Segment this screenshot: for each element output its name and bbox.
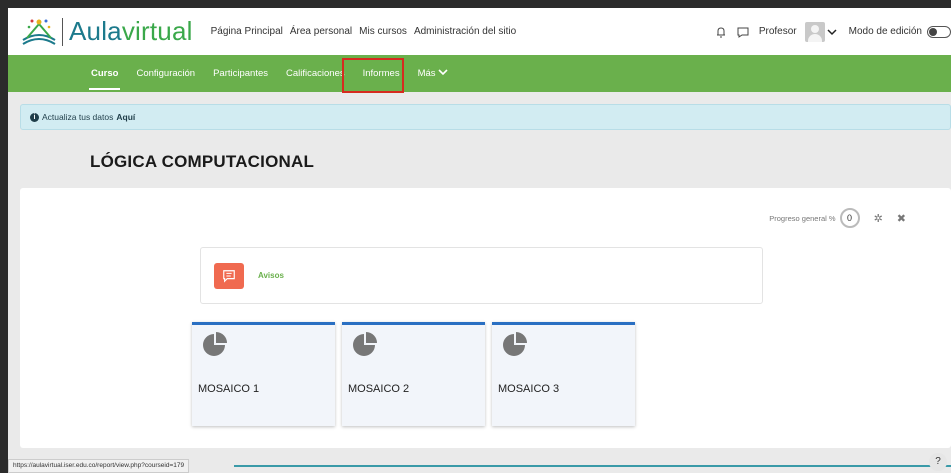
- announcements-label: Avisos: [258, 271, 284, 280]
- avatar[interactable]: [804, 21, 825, 42]
- browser-viewport: Aulavirtual Página Principal Área person…: [8, 8, 951, 473]
- site-logo[interactable]: Aulavirtual: [21, 16, 193, 48]
- progress-label: Progreso general %: [769, 213, 836, 223]
- user-area: Profesor Modo de edición: [714, 8, 951, 55]
- tile-label: MOSAICO 1: [198, 383, 260, 395]
- logo-text: Aulavirtual: [69, 16, 193, 47]
- top-navbar: Aulavirtual Página Principal Área person…: [8, 8, 951, 55]
- tab-more[interactable]: Más: [418, 68, 448, 79]
- chat-icon[interactable]: [736, 25, 750, 39]
- alert-link[interactable]: Aquí: [116, 112, 135, 122]
- help-button[interactable]: ?: [929, 453, 947, 471]
- alert-text: Actualiza tus datos: [42, 112, 114, 122]
- announcements-activity[interactable]: Avisos: [200, 247, 763, 304]
- primary-nav: Página Principal Área personal Mis curso…: [211, 26, 517, 37]
- logo-text-main: Aula: [69, 16, 122, 46]
- edit-mode-label: Modo de edición: [848, 26, 922, 37]
- chevron-down-icon[interactable]: [827, 25, 837, 39]
- highlight-box: [342, 58, 404, 93]
- tile-1[interactable]: MOSAICO 1: [192, 322, 335, 426]
- logo-icon: [22, 19, 56, 45]
- tab-participants[interactable]: Participantes: [213, 68, 268, 79]
- progress-value: 0: [847, 213, 853, 223]
- nav-my-courses[interactable]: Mis cursos: [359, 26, 407, 37]
- course-secondary-nav: Curso Configuración Participantes Califi…: [8, 55, 951, 93]
- tab-more-label: Más: [417, 68, 436, 79]
- tab-settings[interactable]: Configuración: [136, 68, 195, 79]
- nav-dashboard[interactable]: Área personal: [290, 26, 352, 37]
- forum-icon: [214, 262, 244, 289]
- tile-2[interactable]: MOSAICO 2: [342, 322, 485, 426]
- info-alert: i Actualiza tus datos Aquí: [20, 104, 951, 130]
- pie-chart-icon: [203, 332, 227, 356]
- gear-icon[interactable]: ✲: [874, 212, 883, 225]
- pie-chart-icon: [503, 332, 527, 356]
- tile-label: MOSAICO 2: [348, 383, 410, 395]
- page-title: LÓGICA COMPUTACIONAL: [90, 152, 315, 171]
- tile-3[interactable]: MOSAICO 3: [492, 322, 635, 426]
- course-content-card: Progreso general % 0 ✲ ✖ Avisos MOSAICO …: [20, 188, 951, 448]
- bell-icon[interactable]: [714, 25, 728, 39]
- info-icon: i: [30, 112, 39, 122]
- edit-mode-toggle[interactable]: [927, 25, 951, 38]
- user-role-label: Profesor: [758, 26, 797, 37]
- logo-text-accent: virtual: [121, 16, 193, 46]
- tab-grades[interactable]: Calificaciones: [286, 68, 345, 79]
- nav-site-admin[interactable]: Administración del sitio: [414, 26, 516, 37]
- close-icon[interactable]: ✖: [897, 212, 906, 225]
- chevron-down-icon: [437, 69, 448, 76]
- tab-course[interactable]: Curso: [88, 68, 121, 90]
- progress-area: Progreso general % 0 ✲ ✖: [769, 208, 906, 228]
- tile-label: MOSAICO 3: [498, 383, 560, 395]
- nav-home[interactable]: Página Principal: [211, 26, 283, 37]
- status-bar-url: https://aulavirtual.iser.edu.co/report/v…: [8, 459, 190, 473]
- logo-divider: [62, 17, 63, 46]
- progress-circle: 0: [839, 208, 860, 228]
- footer-divider: [234, 465, 951, 467]
- pie-chart-icon: [353, 332, 377, 356]
